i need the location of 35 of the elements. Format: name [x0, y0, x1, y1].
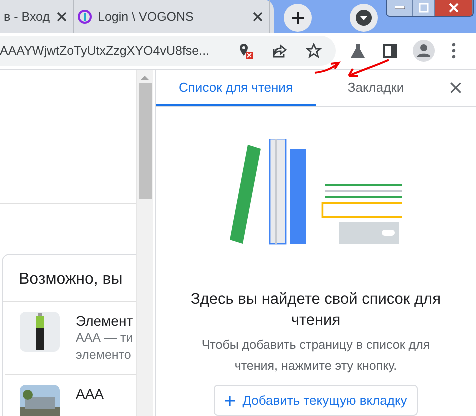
close-icon [450, 82, 462, 94]
item-description: ААА — ти [76, 330, 134, 347]
item-description: элементо [76, 347, 132, 364]
bookmark-star-icon[interactable] [304, 41, 324, 61]
dropdown-icon [356, 10, 372, 26]
scrollbar-thumb[interactable] [138, 83, 152, 199]
empty-state-heading: Здесь вы найдете свой список для чтения [190, 290, 442, 331]
maximize-button[interactable] [413, 0, 435, 16]
flask-icon[interactable] [348, 41, 368, 61]
empty-state-text: Чтобы добавить страницу в список для чтения, нажмите эту кнопку. [200, 337, 432, 375]
minimize-icon [394, 6, 404, 10]
profile-avatar-icon[interactable] [412, 41, 436, 61]
plus-icon [224, 396, 235, 406]
add-current-tab-button[interactable]: Добавить текущую вкладку [214, 385, 418, 416]
new-tab-button[interactable] [284, 4, 312, 32]
minimize-button[interactable] [387, 0, 413, 16]
close-tab-icon [253, 12, 263, 22]
close-window-button[interactable] [435, 0, 473, 16]
item-title: Элемент [76, 312, 134, 330]
tab-search-button[interactable] [350, 4, 378, 32]
item-title: ААА [76, 385, 104, 403]
plus-icon [291, 10, 305, 24]
panel-tab[interactable]: Закладки [316, 70, 436, 106]
url-text: AAAYWjwtZoTyUtxZzgXYO4vU8fse... [0, 44, 211, 58]
site-logo-icon [78, 10, 92, 24]
address-bar[interactable]: AAAYWjwtZoTyUtxZzgXYO4vU8fse... [0, 36, 336, 66]
close-tab-icon [57, 12, 67, 22]
tab-title: в - Вход [4, 10, 51, 24]
side-panel-icon[interactable] [380, 41, 400, 61]
close-icon [448, 3, 458, 13]
panel-tab[interactable]: Список для чтения [156, 70, 316, 106]
annotation-arrow [313, 60, 341, 76]
scrollbar[interactable] [136, 70, 153, 416]
maximize-icon [418, 3, 428, 13]
tab-title: Login \ VOGONS [98, 10, 195, 24]
